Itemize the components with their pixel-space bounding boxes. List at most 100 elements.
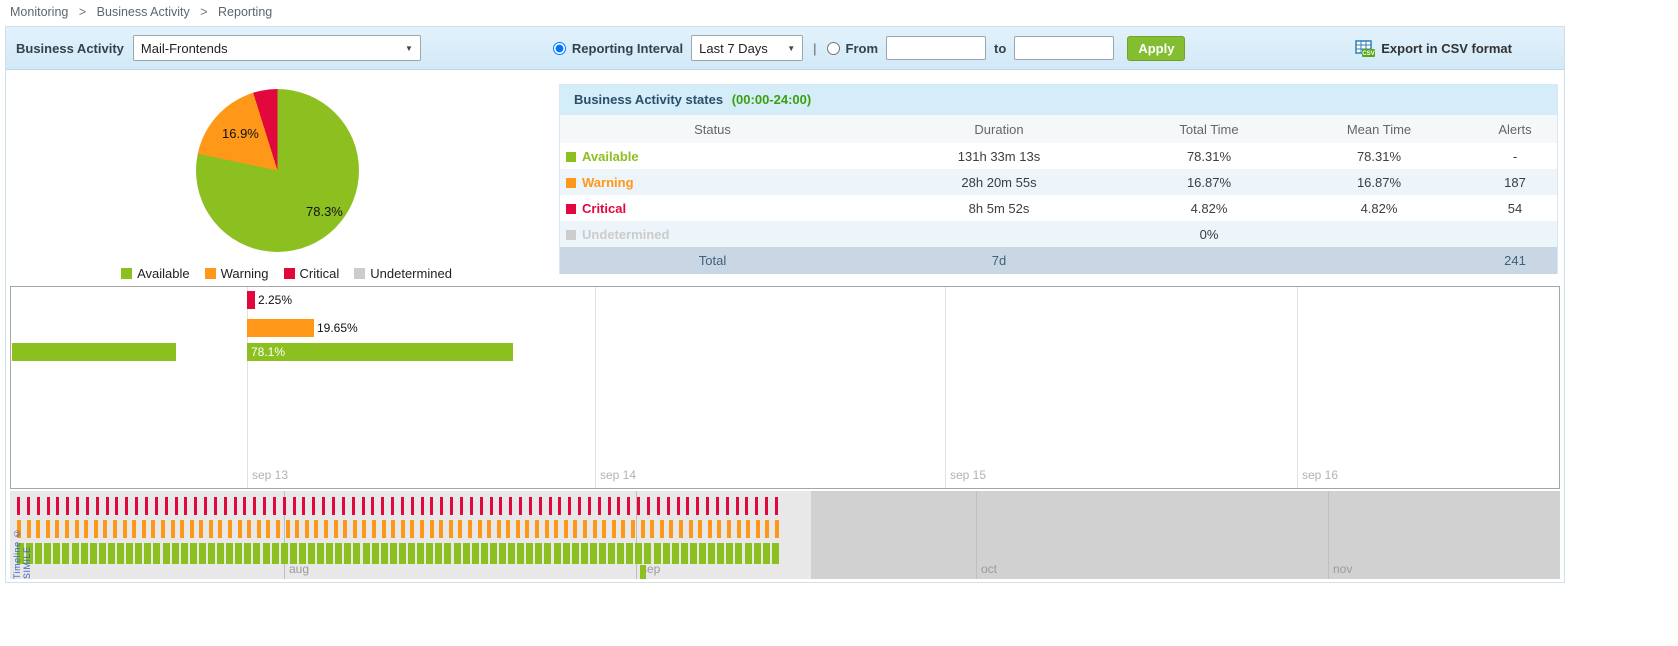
overview-ticks-warning bbox=[17, 520, 779, 538]
event-tick bbox=[151, 520, 155, 538]
overview-gridline-oct bbox=[976, 491, 977, 579]
event-tick bbox=[108, 543, 115, 564]
breadcrumb-reporting[interactable]: Reporting bbox=[218, 5, 272, 19]
event-tick bbox=[99, 543, 106, 564]
event-tick bbox=[698, 520, 702, 538]
event-tick bbox=[113, 520, 117, 538]
reporting-interval-select[interactable]: Last 7 Days ▼ bbox=[691, 35, 803, 61]
col-header-alerts: Alerts bbox=[1473, 115, 1557, 143]
breadcrumb-monitoring[interactable]: Monitoring bbox=[10, 5, 68, 19]
reporting-page: Business Activity Mail-Frontends ▼ Repor… bbox=[5, 26, 1565, 583]
states-table-title: Business Activity states (00:00-24:00) bbox=[560, 85, 1557, 115]
timeline-detail-band[interactable]: sep 13 sep 14 sep 15 sep 16 2.25% 19.65%… bbox=[10, 286, 1560, 489]
legend-label-available: Available bbox=[137, 266, 190, 281]
event-tick bbox=[775, 520, 779, 538]
event-tick bbox=[362, 520, 366, 538]
event-tick bbox=[573, 520, 577, 538]
event-tick bbox=[765, 497, 768, 515]
event-tick bbox=[756, 520, 760, 538]
pie-legend: Available Warning Critical Undetermined bbox=[14, 266, 559, 281]
event-tick bbox=[487, 520, 491, 538]
from-label[interactable]: From bbox=[846, 41, 879, 56]
total-label: Total bbox=[560, 247, 865, 274]
business-activity-select[interactable]: Mail-Frontends ▼ bbox=[133, 35, 421, 61]
event-tick bbox=[735, 543, 742, 564]
event-tick bbox=[35, 543, 42, 564]
event-tick bbox=[244, 543, 251, 564]
states-table-time-range: (00:00-24:00) bbox=[732, 92, 812, 107]
svg-text:CSV: CSV bbox=[1363, 51, 1375, 57]
event-tick bbox=[690, 543, 697, 564]
event-tick bbox=[96, 497, 99, 515]
event-tick bbox=[663, 543, 670, 564]
event-tick bbox=[669, 520, 673, 538]
event-tick bbox=[745, 497, 748, 515]
event-tick bbox=[401, 497, 404, 515]
reporting-interval-label[interactable]: Reporting Interval bbox=[572, 41, 683, 56]
event-tick bbox=[726, 543, 733, 564]
mean-time-cell: 78.31% bbox=[1285, 143, 1473, 169]
total-time-cell: 4.82% bbox=[1133, 195, 1285, 221]
table-header-row: Status Duration Total Time Mean Time Ale… bbox=[560, 115, 1557, 143]
status-color-square bbox=[566, 178, 576, 188]
total-duration: 7d bbox=[865, 247, 1133, 274]
export-csv-button[interactable]: CSV Export in CSV format bbox=[1355, 40, 1512, 57]
event-tick bbox=[568, 497, 571, 515]
event-tick bbox=[745, 543, 752, 564]
event-tick bbox=[243, 497, 246, 515]
interval-controls: Reporting Interval Last 7 Days ▼ | From … bbox=[553, 35, 1186, 61]
event-tick bbox=[326, 543, 333, 564]
legend-label-undetermined: Undetermined bbox=[370, 266, 452, 281]
event-tick bbox=[175, 497, 178, 515]
mean-time-cell: 4.82% bbox=[1285, 195, 1473, 221]
status-label: Warning bbox=[582, 175, 634, 190]
pie-chart bbox=[196, 89, 359, 252]
from-date-input[interactable] bbox=[886, 36, 986, 60]
event-tick bbox=[161, 520, 165, 538]
event-tick bbox=[654, 543, 661, 564]
event-tick bbox=[235, 543, 242, 564]
breadcrumb-business-activity[interactable]: Business Activity bbox=[97, 5, 190, 19]
event-tick bbox=[371, 497, 374, 515]
event-tick bbox=[480, 497, 483, 515]
timeline-bar-available-row: 78.1% bbox=[247, 343, 513, 361]
event-tick bbox=[526, 543, 533, 564]
event-tick bbox=[135, 497, 138, 515]
event-tick bbox=[382, 520, 386, 538]
gridline-sep-16 bbox=[1297, 287, 1298, 488]
event-tick bbox=[283, 497, 286, 515]
event-tick bbox=[430, 497, 433, 515]
reporting-interval-radio[interactable] bbox=[553, 42, 566, 55]
event-tick bbox=[56, 497, 59, 515]
custom-range-radio[interactable] bbox=[827, 42, 840, 55]
event-tick bbox=[362, 497, 365, 515]
event-tick bbox=[608, 543, 615, 564]
event-tick bbox=[617, 497, 620, 515]
event-tick bbox=[481, 543, 488, 564]
event-tick bbox=[508, 543, 515, 564]
status-color-square bbox=[566, 204, 576, 214]
total-mean-time bbox=[1285, 247, 1473, 274]
chevron-down-icon: ▼ bbox=[405, 44, 413, 53]
timeline-overview-band[interactable]: aug sep oct nov Timeline © SIMILE bbox=[10, 491, 1560, 579]
event-tick bbox=[535, 543, 542, 564]
event-tick bbox=[324, 520, 328, 538]
mean-time-cell: 16.87% bbox=[1285, 169, 1473, 195]
event-tick bbox=[276, 520, 280, 538]
event-tick bbox=[460, 497, 463, 515]
mean-time-cell bbox=[1285, 221, 1473, 247]
duration-cell: 8h 5m 52s bbox=[865, 195, 1133, 221]
event-tick bbox=[390, 543, 397, 564]
table-total-row: Total 7d 241 bbox=[560, 247, 1557, 274]
apply-button[interactable]: Apply bbox=[1127, 36, 1185, 61]
event-tick bbox=[497, 520, 501, 538]
pie-panel: 78.3% 16.9% Available Warning Critical U bbox=[14, 84, 559, 272]
event-tick bbox=[103, 520, 107, 538]
to-date-input[interactable] bbox=[1014, 36, 1114, 60]
event-tick bbox=[755, 497, 758, 515]
event-tick bbox=[181, 543, 188, 564]
event-tick bbox=[46, 520, 50, 538]
gridline-sep-15 bbox=[945, 287, 946, 488]
event-tick bbox=[420, 520, 424, 538]
event-tick bbox=[75, 520, 79, 538]
